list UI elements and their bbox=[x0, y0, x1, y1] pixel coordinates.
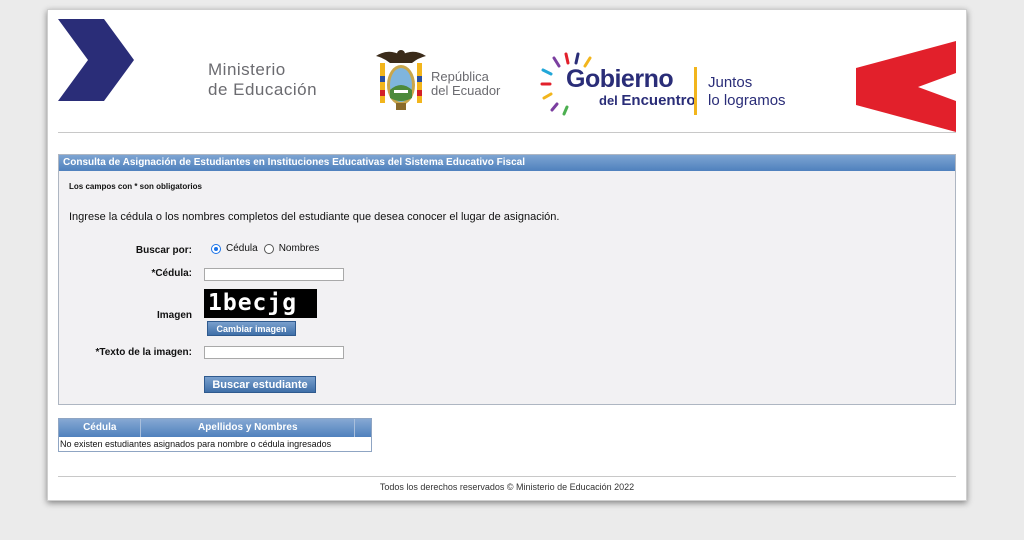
republica-wordmark: República del Ecuador bbox=[431, 70, 500, 98]
footer-copyright: Todos los derechos reservados © Minister… bbox=[379, 482, 635, 492]
image-label: Imagen bbox=[156, 310, 192, 321]
red-chevron-logo bbox=[856, 41, 956, 132]
column-header-nombres: Apellidos y Nombres bbox=[141, 419, 356, 437]
footer-divider-line bbox=[58, 476, 956, 477]
header-divider-line bbox=[58, 132, 956, 133]
required-fields-note: Los campos con * son obligatorios bbox=[69, 182, 202, 191]
image-text-input[interactable] bbox=[204, 346, 344, 359]
ministerio-line2: de Educación bbox=[208, 80, 318, 99]
change-image-button[interactable]: Cambiar imagen bbox=[207, 321, 296, 336]
results-table: Cédula Apellidos y Nombres No existen es… bbox=[58, 418, 372, 452]
search-by-label: Buscar por: bbox=[135, 245, 192, 256]
image-text-label: *Texto de la imagen: bbox=[95, 347, 192, 358]
gobierno-sub-prefix: del bbox=[599, 93, 618, 108]
cedula-input[interactable] bbox=[204, 268, 344, 281]
column-header-spacer bbox=[355, 419, 371, 437]
ecuador-coat-of-arms-icon bbox=[376, 50, 426, 110]
results-header-row: Cédula Apellidos y Nombres bbox=[59, 419, 371, 437]
results-empty-message: No existen estudiantes asignados para no… bbox=[60, 439, 332, 449]
page-container: Ministerio de Educación República del Ec… bbox=[47, 9, 967, 501]
gobierno-title: Gobierno bbox=[566, 65, 674, 93]
republica-line2: del Ecuador bbox=[431, 83, 501, 98]
captcha-image: 1becjg bbox=[204, 289, 317, 318]
ministerio-chevron-logo bbox=[58, 19, 134, 101]
juntos-slogan: Juntos lo logramos bbox=[708, 74, 786, 110]
radio-cedula-label[interactable]: Cédula bbox=[226, 243, 258, 254]
juntos-line1: Juntos bbox=[708, 74, 753, 91]
search-student-button[interactable]: Buscar estudiante bbox=[204, 376, 316, 393]
header-banner: Ministerio de Educación República del Ec… bbox=[48, 10, 966, 132]
republica-line1: República bbox=[431, 69, 489, 84]
form-title: Consulta de Asignación de Estudiantes en… bbox=[59, 155, 955, 171]
ministerio-wordmark: Ministerio de Educación bbox=[208, 60, 317, 100]
radio-nombres[interactable] bbox=[263, 243, 274, 254]
radio-nombres-label[interactable]: Nombres bbox=[279, 243, 320, 254]
radio-cedula[interactable] bbox=[211, 243, 221, 254]
ministerio-line1: Ministerio bbox=[208, 60, 286, 79]
search-form-panel: Consulta de Asignación de Estudiantes en… bbox=[58, 154, 956, 405]
gobierno-subtitle: del Encuentro bbox=[599, 92, 696, 109]
gobierno-sub-word: Encuentro bbox=[621, 92, 696, 109]
search-by-options: Cédula Nombres bbox=[211, 243, 325, 254]
cedula-label: *Cédula: bbox=[151, 268, 192, 279]
column-header-cedula: Cédula bbox=[59, 419, 142, 437]
juntos-line2: lo logramos bbox=[708, 92, 786, 109]
header-divider bbox=[694, 67, 697, 115]
instructions-text: Ingrese la cédula o los nombres completo… bbox=[69, 211, 560, 223]
